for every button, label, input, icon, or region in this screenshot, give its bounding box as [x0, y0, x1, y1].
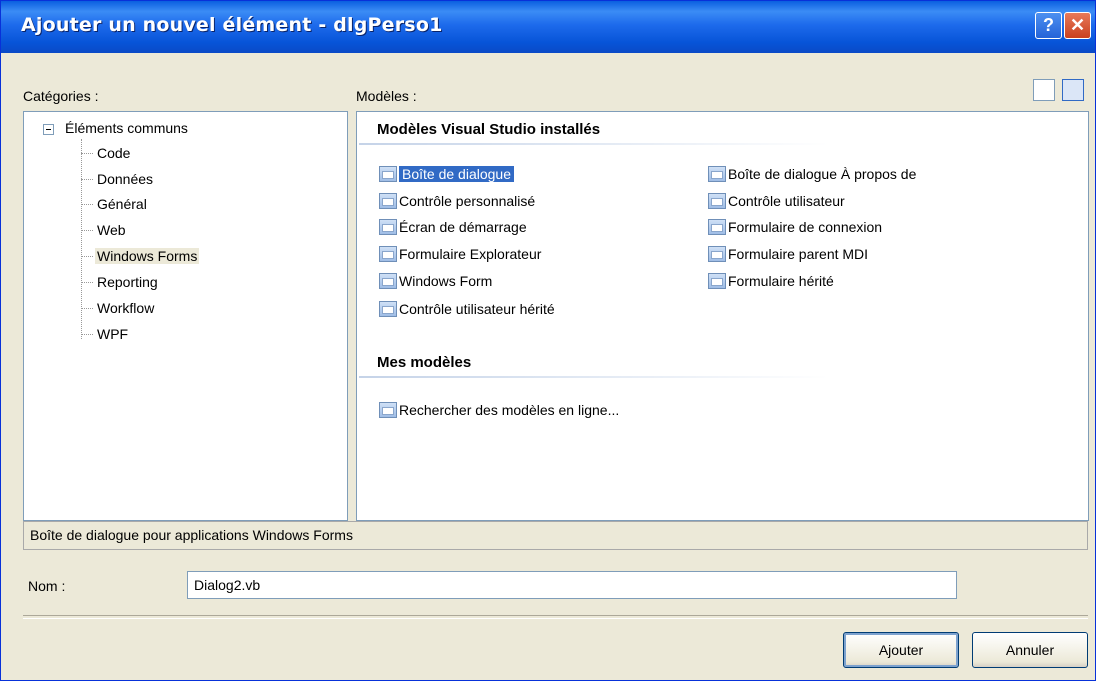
- tree-branch: [81, 308, 93, 309]
- title-bar[interactable]: Ajouter un nouvel élément - dlgPerso1 ? …: [1, 1, 1095, 53]
- add-button[interactable]: Ajouter: [843, 632, 959, 668]
- search-online-icon: [379, 402, 397, 418]
- template-about-box[interactable]: Boîte de dialogue À propos de: [708, 163, 916, 185]
- splash-screen-icon: [379, 219, 397, 235]
- template-label: Formulaire hérité: [728, 273, 834, 289]
- tree-branch: [81, 179, 93, 180]
- template-mdi-parent-form[interactable]: Formulaire parent MDI: [708, 243, 868, 265]
- template-dialog[interactable]: Boîte de dialogue: [379, 163, 514, 185]
- tree-branch: [81, 153, 93, 154]
- tree-item-web[interactable]: Web: [97, 222, 126, 238]
- template-explorer-form[interactable]: Formulaire Explorateur: [379, 243, 541, 265]
- tree-item-code[interactable]: Code: [97, 145, 130, 161]
- tree-branch: [81, 230, 93, 231]
- template-label: Formulaire de connexion: [728, 219, 883, 235]
- template-inherited-form[interactable]: Formulaire hérité: [708, 270, 834, 292]
- template-label: Boîte de dialogue: [399, 166, 514, 182]
- categories-label: Catégories :: [23, 88, 99, 104]
- cancel-button[interactable]: Annuler: [972, 632, 1088, 668]
- separator: [23, 615, 1088, 619]
- help-icon[interactable]: ?: [1035, 12, 1062, 39]
- explorer-form-icon: [379, 246, 397, 262]
- template-label: Windows Form: [399, 273, 493, 289]
- section-divider: [359, 143, 829, 145]
- about-box-icon: [708, 166, 726, 182]
- mdi-parent-form-icon: [708, 246, 726, 262]
- templates-label: Modèles :: [356, 88, 417, 104]
- template-splash-screen[interactable]: Écran de démarrage: [379, 216, 527, 238]
- tree-item-data[interactable]: Données: [97, 171, 153, 187]
- tree-guide-line: [81, 139, 82, 339]
- tree-root-common-items[interactable]: Éléments communs: [65, 120, 188, 136]
- installed-templates-header: Modèles Visual Studio installés: [377, 121, 601, 138]
- tree-item-workflow[interactable]: Workflow: [97, 300, 154, 316]
- name-label: Nom :: [28, 578, 66, 594]
- template-label: Contrôle utilisateur: [728, 193, 845, 209]
- tree-item-general[interactable]: Général: [97, 196, 147, 212]
- categories-tree[interactable]: [23, 111, 348, 521]
- template-label: Contrôle utilisateur hérité: [399, 301, 555, 317]
- small-icons-view-icon[interactable]: [1062, 79, 1084, 101]
- large-icons-view-icon[interactable]: [1033, 79, 1055, 101]
- tree-item-reporting[interactable]: Reporting: [97, 274, 158, 290]
- template-custom-control[interactable]: Contrôle personnalisé: [379, 190, 535, 212]
- template-label: Rechercher des modèles en ligne...: [399, 402, 620, 418]
- custom-control-icon: [379, 193, 397, 209]
- inherited-form-icon: [708, 273, 726, 289]
- template-label: Contrôle personnalisé: [399, 193, 536, 209]
- window-title: Ajouter un nouvel élément - dlgPerso1: [21, 14, 443, 36]
- collapse-icon[interactable]: [43, 124, 54, 135]
- template-label: Formulaire Explorateur: [399, 246, 542, 262]
- template-label: Boîte de dialogue À propos de: [728, 166, 917, 182]
- inherited-user-control-icon: [379, 301, 397, 317]
- search-online-templates[interactable]: Rechercher des modèles en ligne...: [379, 399, 619, 421]
- tree-branch: [81, 282, 93, 283]
- tree-item-windows-forms[interactable]: Windows Forms: [95, 248, 200, 264]
- user-control-icon: [708, 193, 726, 209]
- template-login-form[interactable]: Formulaire de connexion: [708, 216, 882, 238]
- login-form-icon: [708, 219, 726, 235]
- template-inherited-user-control[interactable]: Contrôle utilisateur hérité: [379, 298, 555, 320]
- name-input[interactable]: Dialog2.vb: [187, 571, 957, 599]
- tree-branch: [81, 334, 93, 335]
- dialog-icon: [379, 166, 397, 182]
- template-description: Boîte de dialogue pour applications Wind…: [23, 521, 1088, 550]
- template-label: Écran de démarrage: [399, 219, 527, 235]
- dialog-window: Ajouter un nouvel élément - dlgPerso1 ? …: [0, 0, 1096, 681]
- tree-branch: [81, 256, 93, 257]
- section-divider: [359, 376, 829, 378]
- tree-branch: [81, 204, 93, 205]
- tree-item-wpf[interactable]: WPF: [97, 326, 128, 342]
- close-icon[interactable]: ✕: [1064, 12, 1091, 39]
- template-label: Formulaire parent MDI: [728, 246, 869, 262]
- template-user-control[interactable]: Contrôle utilisateur: [708, 190, 845, 212]
- my-templates-header: Mes modèles: [377, 354, 472, 371]
- windows-form-icon: [379, 273, 397, 289]
- template-windows-form[interactable]: Windows Form: [379, 270, 492, 292]
